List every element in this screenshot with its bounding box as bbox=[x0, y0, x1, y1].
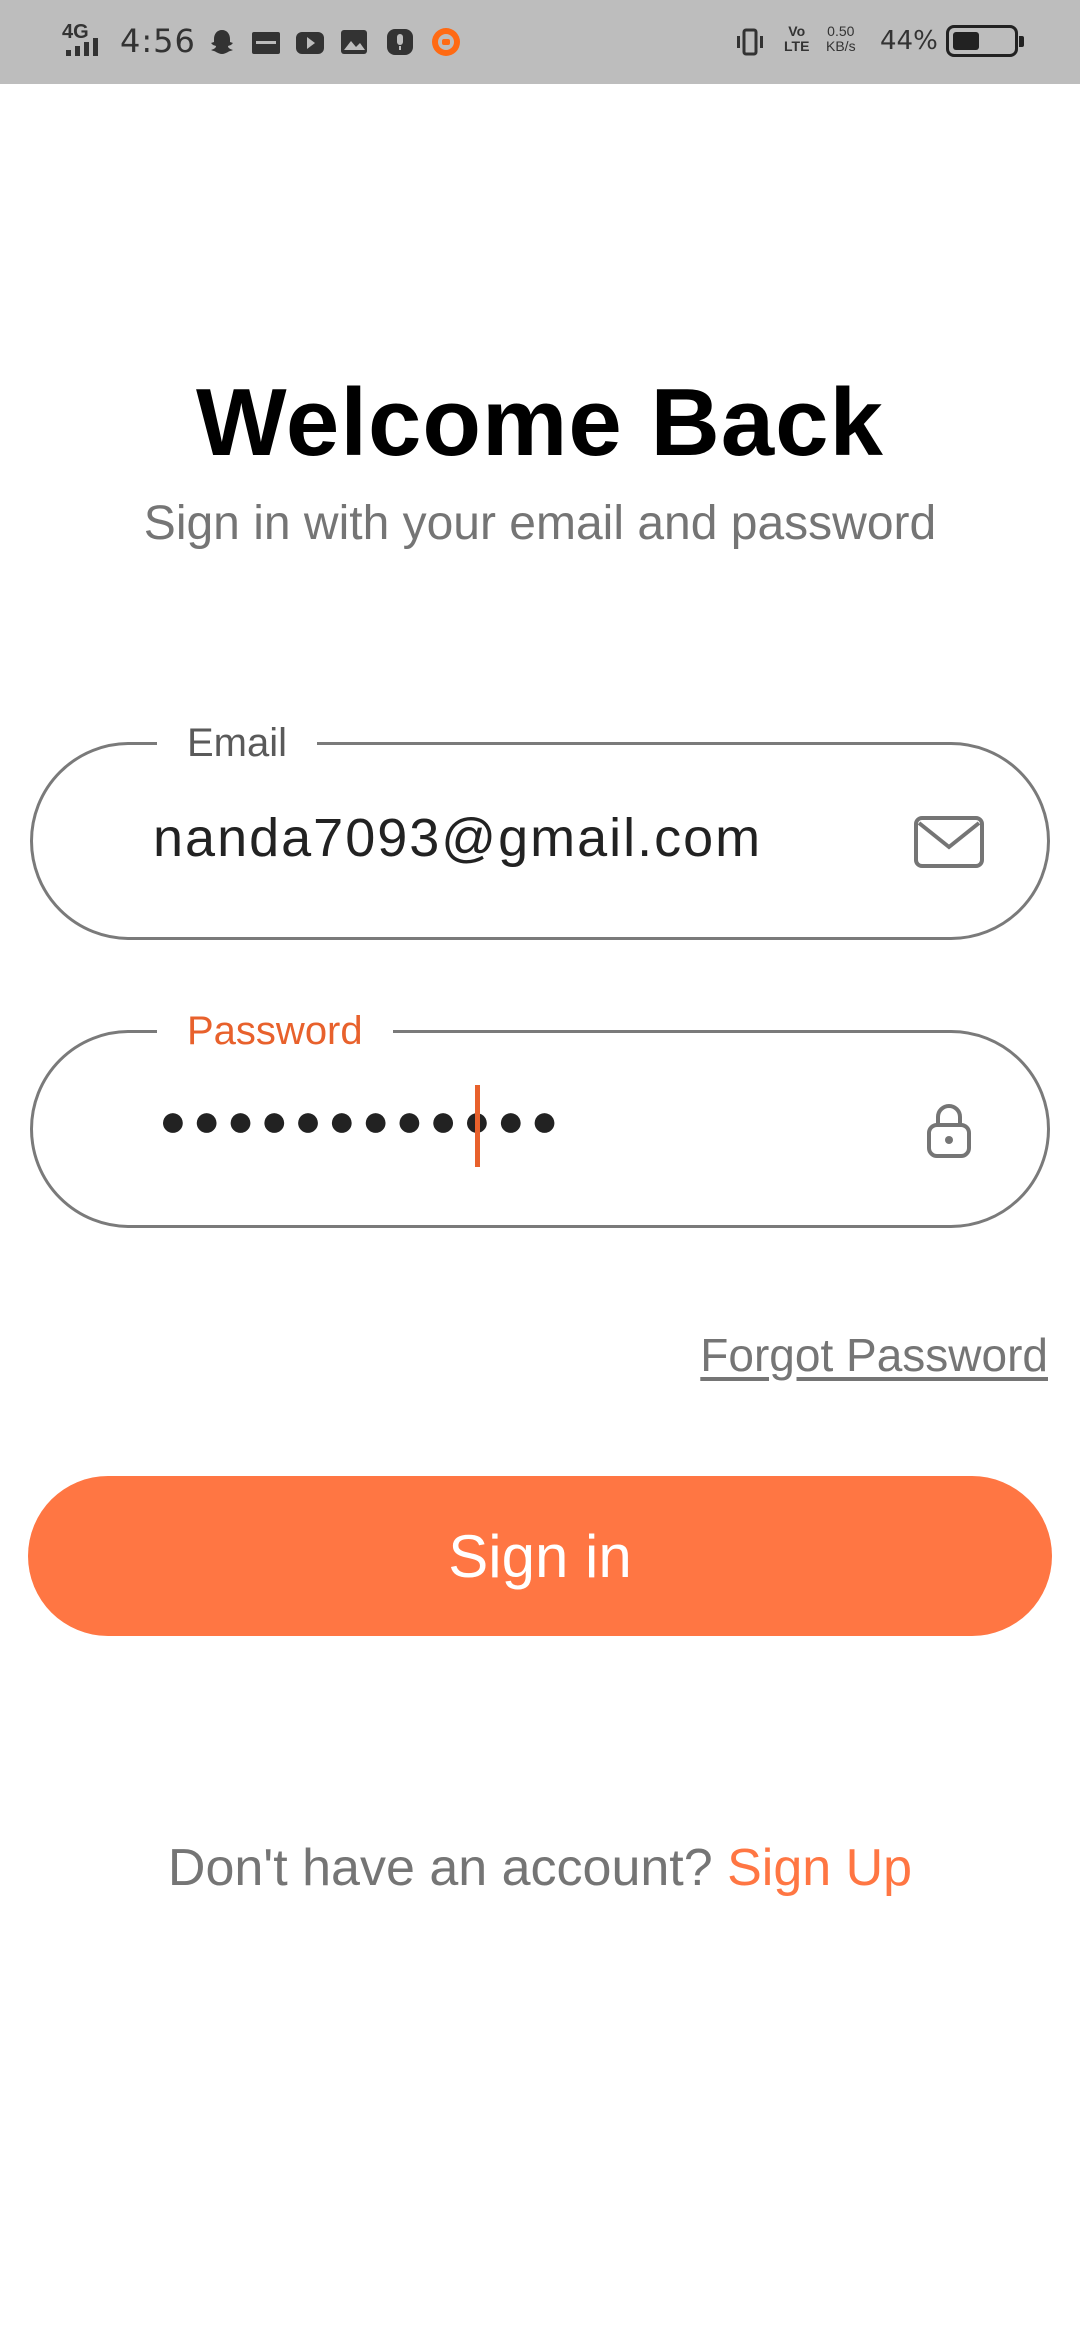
sign-in-button[interactable]: Sign in bbox=[28, 1476, 1052, 1636]
signal-icon bbox=[66, 38, 98, 56]
volte-icon: Vo LTE bbox=[784, 23, 810, 54]
battery-level bbox=[953, 32, 979, 50]
mic-icon bbox=[387, 29, 413, 55]
youtube-icon bbox=[296, 32, 324, 54]
clock: 4:56 bbox=[120, 22, 196, 60]
email-value[interactable]: nanda7093@gmail.com bbox=[153, 807, 762, 869]
battery-percent: 44% bbox=[880, 26, 938, 56]
password-field[interactable]: Password ●●●●●●●●●●●● bbox=[30, 1001, 1050, 1228]
lock-icon bbox=[927, 1104, 971, 1158]
gallery-icon bbox=[341, 30, 367, 54]
password-label: Password bbox=[157, 1001, 393, 1061]
network-speed: 0.50 KB/s bbox=[826, 23, 856, 54]
signup-prompt: Don't have an account? bbox=[167, 1839, 713, 1897]
news-icon bbox=[252, 32, 280, 54]
battery-icon bbox=[946, 25, 1024, 57]
mi-icon bbox=[432, 28, 460, 56]
snapchat-icon bbox=[211, 30, 233, 54]
email-label: Email bbox=[157, 713, 318, 773]
text-cursor bbox=[475, 1085, 480, 1167]
status-bar: 4G 4:56 Vo LTE 0.50 KB/s 44% bbox=[0, 0, 1080, 84]
forgot-password-link[interactable]: Forgot Password bbox=[700, 1328, 1048, 1382]
signup-row: Don't have an account? Sign Up bbox=[0, 1838, 1080, 1898]
mail-icon bbox=[914, 816, 984, 868]
vibrate-icon bbox=[737, 28, 763, 56]
page-title: Welcome Back bbox=[196, 369, 884, 476]
password-value[interactable]: ●●●●●●●●●●●● bbox=[159, 1093, 564, 1147]
page-subtitle: Sign in with your email and password bbox=[143, 497, 937, 550]
email-field[interactable]: Email nanda7093@gmail.com bbox=[30, 713, 1050, 940]
sign-up-link[interactable]: Sign Up bbox=[727, 1839, 912, 1897]
